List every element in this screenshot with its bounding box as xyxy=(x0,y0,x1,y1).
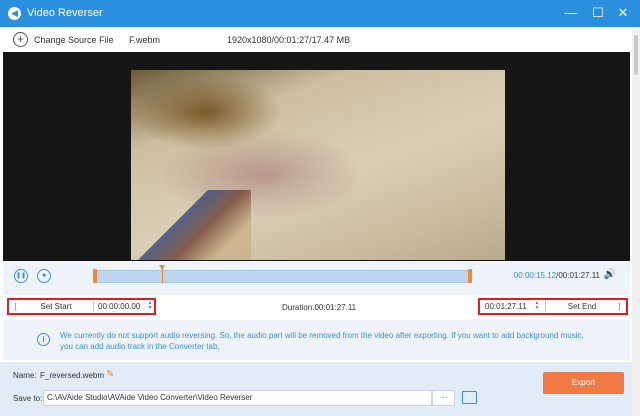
total-time: /00:01:27.11 xyxy=(556,271,600,280)
video-frame-detail xyxy=(131,190,251,260)
add-file-icon[interactable]: + xyxy=(13,32,28,47)
notice-message: We currently do not support audio revers… xyxy=(60,331,584,351)
restore-icon[interactable]: ☐ xyxy=(590,5,606,21)
audio-notice: i We currently do not support audio reve… xyxy=(3,320,630,360)
trim-row: [ Set Start 00:00:00.00 ▲ ▼ Duration:00:0… xyxy=(3,295,630,318)
timeline-track[interactable] xyxy=(93,265,472,284)
pencil-icon[interactable]: ✎ xyxy=(106,369,114,380)
divider xyxy=(93,301,94,312)
current-time: 00:00:15.12 xyxy=(513,271,557,280)
change-source-button[interactable]: Change Source File xyxy=(34,35,114,45)
minimize-icon[interactable]: — xyxy=(563,5,579,21)
set-end-group: 00:01:27.11 ▲ ▼ Set End ] xyxy=(478,298,628,315)
stop-icon[interactable]: ■ xyxy=(37,269,51,283)
output-name: F_reversed.webm xyxy=(40,371,105,380)
set-end-button[interactable]: Set End xyxy=(550,302,614,312)
save-path-field[interactable]: C:\AVAide Studio\AVAide Video Converter\… xyxy=(43,390,432,406)
end-time-input[interactable]: 00:01:27.11 xyxy=(485,302,527,312)
volume-icon[interactable]: 🔊 xyxy=(604,269,616,280)
bracket-left-icon: [ xyxy=(14,302,17,311)
output-panel: Name: F_reversed.webm ✎ Save to: C:\AVAi… xyxy=(0,362,632,416)
playhead[interactable] xyxy=(159,265,166,284)
file-name: F.webm xyxy=(129,35,161,45)
divider xyxy=(545,301,546,312)
info-icon: i xyxy=(37,333,50,346)
export-button[interactable]: Export xyxy=(543,372,624,394)
window-title: Video Reverser xyxy=(27,7,103,19)
bracket-right-icon: ] xyxy=(618,302,621,311)
folder-icon[interactable] xyxy=(462,391,477,404)
video-frame xyxy=(131,70,505,260)
close-icon[interactable]: ✕ xyxy=(615,5,631,21)
play-pause-icon[interactable]: ❚❚ xyxy=(14,269,28,283)
playback-controls: ❚❚ ■ 00:00:15.12/00:01:27.11 🔊 xyxy=(3,261,630,295)
set-start-button[interactable]: Set Start xyxy=(21,302,91,312)
scrollbar[interactable] xyxy=(632,27,640,416)
title-bar: ◀ Video Reverser — ☐ ✕ xyxy=(0,0,640,27)
file-info-bar: + Change Source File F.webm 1920x1080/00… xyxy=(0,27,632,52)
trim-start-handle[interactable] xyxy=(93,269,97,283)
end-time-stepper[interactable]: ▲ ▼ xyxy=(533,301,541,311)
scrollbar-thumb[interactable] xyxy=(634,35,638,75)
start-time-stepper[interactable]: ▲ ▼ xyxy=(146,301,154,311)
start-time-input[interactable]: 00:00:00.00 xyxy=(98,302,140,312)
set-start-group: [ Set Start 00:00:00.00 ▲ ▼ xyxy=(7,298,156,315)
duration-label: Duration:00:01:27.11 xyxy=(282,303,357,312)
app-icon: ◀ xyxy=(8,7,21,20)
name-label: Name: xyxy=(13,371,37,380)
save-to-label: Save to: xyxy=(13,394,43,403)
browse-button[interactable]: ··· xyxy=(432,390,455,406)
time-display: 00:00:15.12/00:01:27.11 xyxy=(514,271,600,280)
trim-end-handle[interactable] xyxy=(468,269,472,283)
video-preview xyxy=(3,52,630,261)
file-meta: 1920x1080/00:01:27/17.47 MB xyxy=(227,35,351,45)
